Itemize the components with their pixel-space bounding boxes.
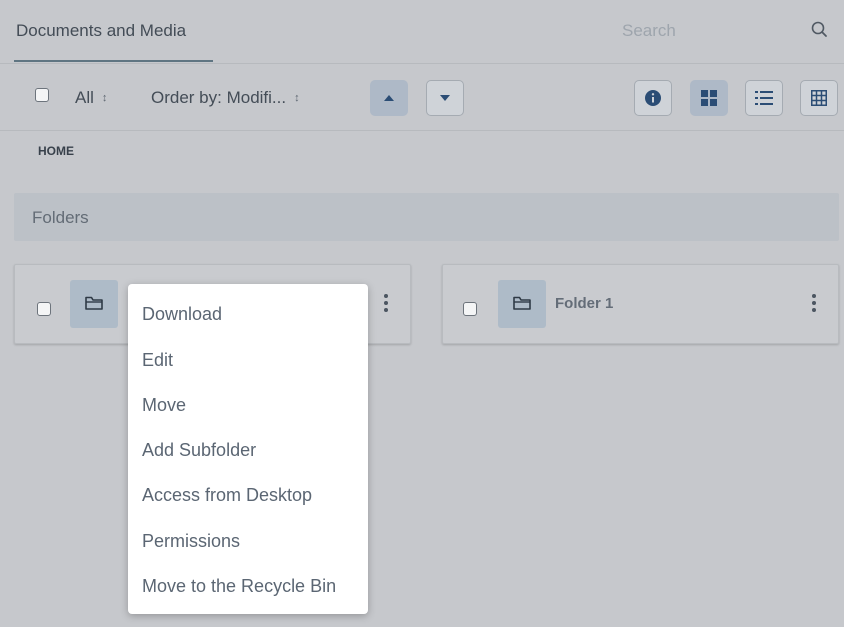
menu-item-move[interactable]: Move: [142, 395, 186, 416]
caret-up-icon: [384, 95, 394, 101]
info-button[interactable]: [634, 80, 672, 116]
management-toolbar: All ↕ Order by: Modifi... ↕: [0, 64, 844, 131]
sort-descending-button[interactable]: [426, 80, 464, 116]
ellipsis-v-icon[interactable]: [381, 294, 391, 316]
folder-actions-menu: Download Edit Move Add Subfolder Access …: [128, 284, 368, 614]
ellipsis-v-icon[interactable]: [809, 294, 819, 316]
cards-icon: [701, 90, 717, 106]
order-by-dropdown[interactable]: Order by: Modifi... ↕: [151, 88, 300, 108]
order-by-label: Order by: Modifi...: [151, 88, 287, 107]
folder-card[interactable]: Folder 1: [442, 264, 839, 344]
section-title: Folders: [32, 208, 89, 227]
list-icon: [755, 91, 773, 105]
select-all-checkbox[interactable]: [35, 88, 49, 102]
caret-down-icon: [440, 95, 450, 101]
search-icon[interactable]: [810, 20, 830, 40]
folder-title[interactable]: Folder 1: [555, 295, 613, 312]
sort-ascending-button[interactable]: [370, 80, 408, 116]
dropdown-caret-icon: ↕: [101, 92, 108, 104]
folder-checkbox[interactable]: [37, 302, 51, 316]
folder-checkbox[interactable]: [463, 302, 477, 316]
app-title: Documents and Media: [16, 21, 187, 40]
top-bar: Documents and Media Search: [0, 0, 844, 64]
breadcrumb-home[interactable]: HOME: [38, 144, 74, 158]
menu-item-download[interactable]: Download: [142, 304, 222, 325]
folder-icon: [513, 296, 531, 310]
dropdown-caret-icon: ↕: [294, 92, 300, 104]
cards-view-button[interactable]: [690, 80, 728, 116]
search-input[interactable]: Search: [622, 21, 676, 41]
menu-item-edit[interactable]: Edit: [142, 350, 173, 371]
active-tab-underline: [14, 60, 213, 62]
folder-icon: [85, 296, 103, 310]
menu-item-move-to-recycle-bin[interactable]: Move to the Recycle Bin: [142, 576, 336, 597]
filter-dropdown[interactable]: All ↕: [75, 88, 107, 108]
filter-label: All: [75, 88, 94, 107]
folders-section-header: Folders: [14, 193, 839, 241]
table-icon: [811, 90, 827, 106]
table-view-button[interactable]: [800, 80, 838, 116]
folder-sticker: [70, 280, 118, 328]
menu-item-permissions[interactable]: Permissions: [142, 531, 240, 552]
menu-item-add-subfolder[interactable]: Add Subfolder: [142, 440, 256, 461]
info-icon: [645, 90, 661, 106]
list-view-button[interactable]: [745, 80, 783, 116]
menu-item-access-from-desktop[interactable]: Access from Desktop: [142, 485, 312, 506]
folder-sticker: [498, 280, 546, 328]
